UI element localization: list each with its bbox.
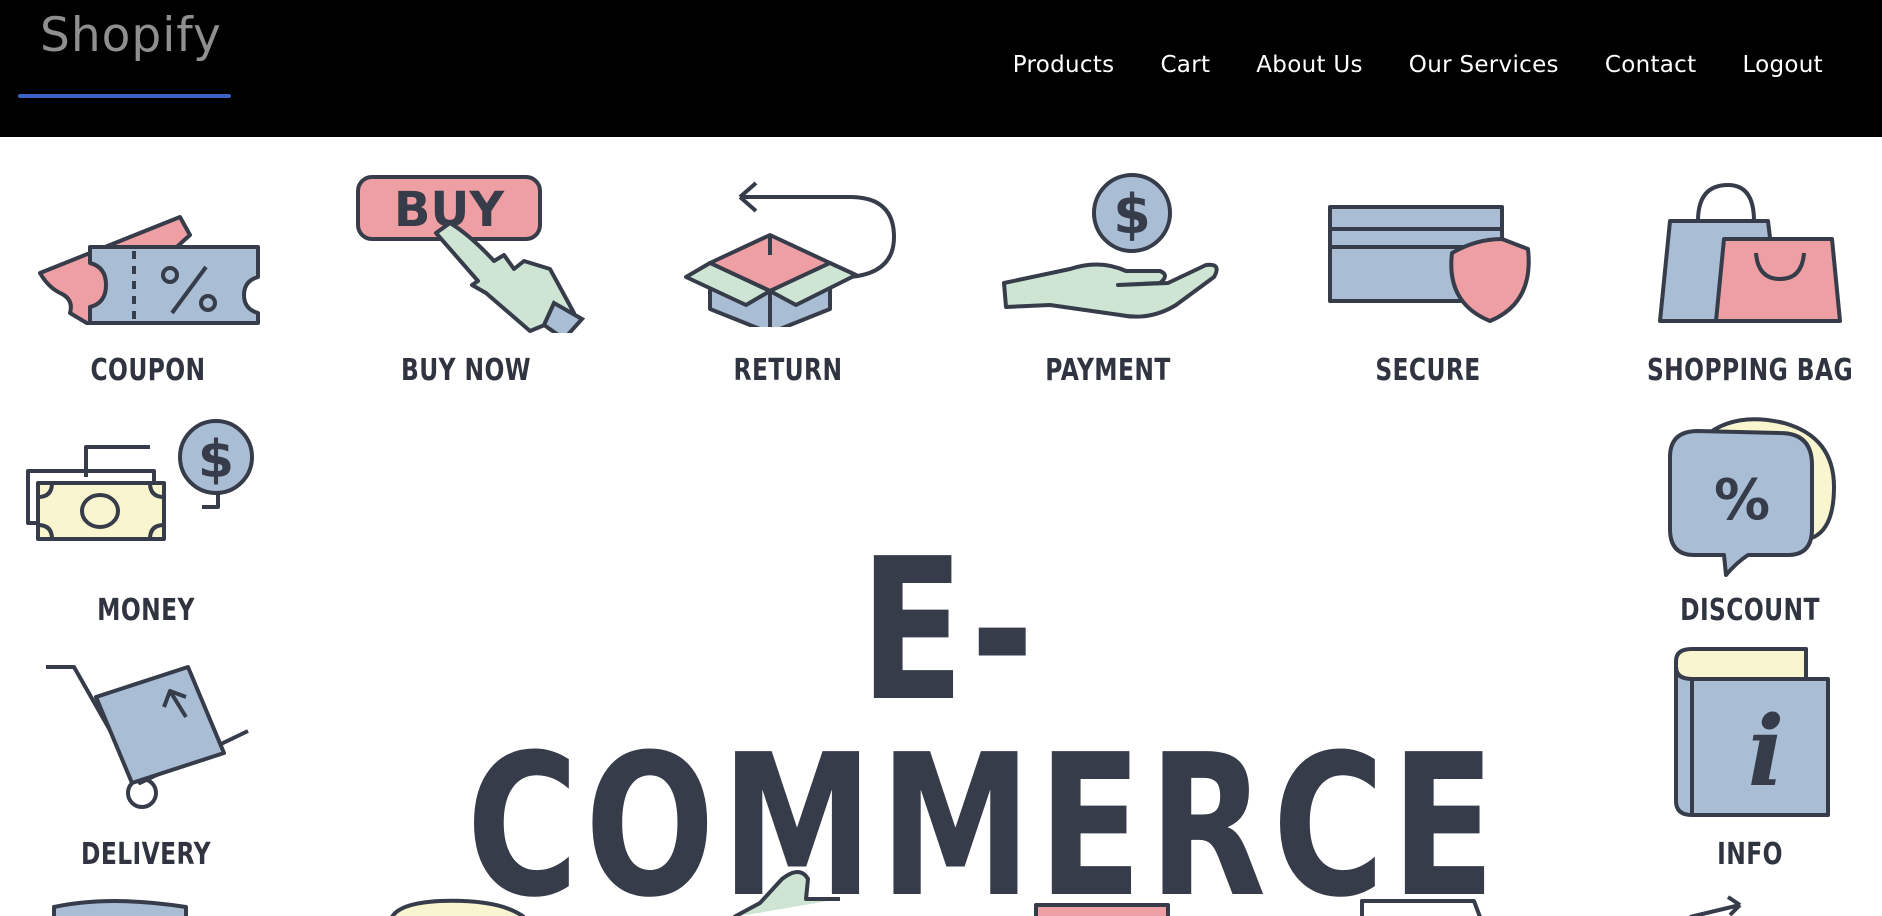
bottom-row-partial-icons bbox=[52, 870, 1742, 916]
discount-icon: % bbox=[1668, 417, 1836, 577]
nav-link-products[interactable]: Products bbox=[990, 46, 1138, 84]
nav-link-cart[interactable]: Cart bbox=[1137, 46, 1233, 84]
hero-banner: COUPON BUY BUY NOW RETURN $ PAYMENT SECU… bbox=[0, 137, 1882, 916]
buy-now-label: BUY NOW bbox=[401, 353, 531, 388]
discount-percent-glyph: % bbox=[1714, 468, 1770, 533]
secure-card-icon bbox=[1328, 205, 1531, 323]
shopping-bag-icon bbox=[1658, 183, 1842, 323]
secure-label: SECURE bbox=[1375, 353, 1481, 388]
payment-hand-icon: $ bbox=[1002, 173, 1219, 319]
return-box-icon bbox=[684, 181, 896, 327]
top-navbar: Shopify Products Cart About Us Our Servi… bbox=[0, 0, 1882, 137]
coupon-label: COUPON bbox=[90, 353, 206, 388]
brand-logo-link[interactable]: Shopify bbox=[40, 8, 222, 63]
money-icon: $ bbox=[26, 419, 254, 541]
shopping-bag-label: SHOPPING BAG bbox=[1646, 353, 1854, 388]
ecommerce-headline: E-COMMERCE bbox=[466, 517, 1502, 916]
nav-link-about-us[interactable]: About Us bbox=[1233, 46, 1386, 84]
nav-link-logout[interactable]: Logout bbox=[1719, 46, 1846, 84]
brand-underline bbox=[18, 94, 231, 98]
discount-label: DISCOUNT bbox=[1680, 593, 1820, 628]
money-label: MONEY bbox=[97, 593, 195, 628]
nav-link-contact[interactable]: Contact bbox=[1582, 46, 1720, 84]
return-label: RETURN bbox=[733, 353, 843, 388]
delivery-cart-icon bbox=[46, 665, 249, 809]
info-book-icon: i bbox=[1674, 647, 1830, 817]
coupon-icon bbox=[38, 215, 260, 325]
payment-dollar-glyph: $ bbox=[1113, 183, 1151, 246]
info-glyph: i bbox=[1748, 695, 1784, 808]
buy-now-icon: BUY bbox=[356, 175, 586, 333]
payment-label: PAYMENT bbox=[1045, 353, 1171, 388]
nav-link-our-services[interactable]: Our Services bbox=[1386, 46, 1582, 84]
nav-menu: Products Cart About Us Our Services Cont… bbox=[990, 46, 1846, 84]
money-dollar-glyph: $ bbox=[198, 430, 234, 490]
